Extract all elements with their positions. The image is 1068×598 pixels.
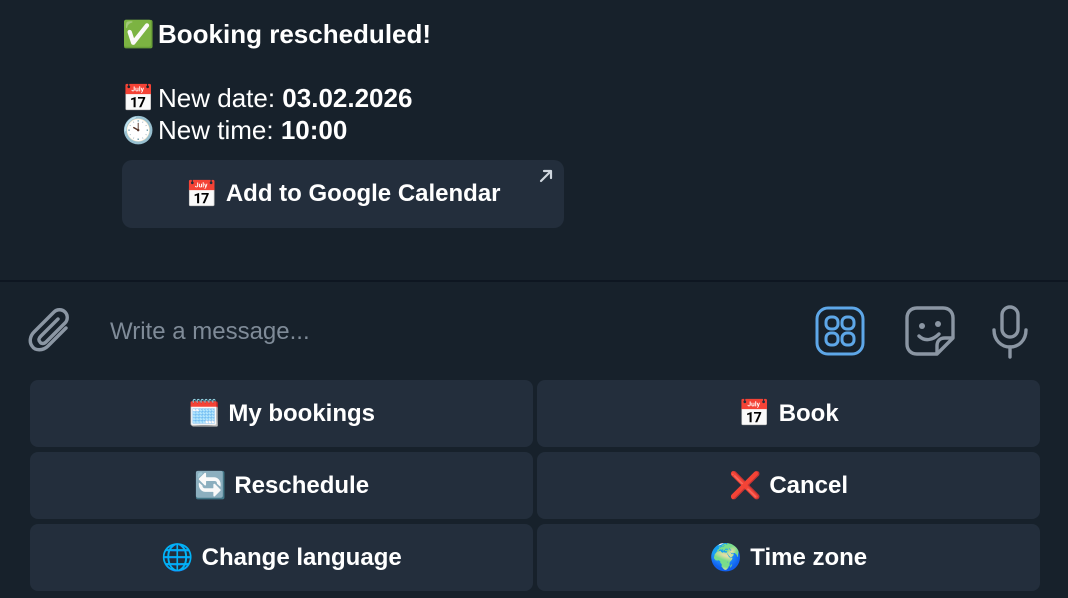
microphone-icon[interactable] bbox=[990, 304, 1030, 360]
cancel-label: Cancel bbox=[769, 471, 849, 499]
add-to-google-calendar-button[interactable]: 📅 Add to Google Calendar bbox=[122, 160, 564, 228]
reply-keyboard: 🗓️ My bookings 📅 Book 🔄 Reschedule ❌ Can… bbox=[30, 380, 1040, 598]
book-label: Book bbox=[778, 399, 839, 427]
headline-text: Booking rescheduled! bbox=[158, 19, 432, 49]
clock-icon: 🕙 bbox=[122, 115, 155, 145]
reschedule-button[interactable]: 🔄 Reschedule bbox=[30, 452, 533, 519]
cancel-button[interactable]: ❌ Cancel bbox=[537, 452, 1040, 519]
external-link-arrow-icon bbox=[539, 169, 553, 183]
cross-mark-icon: ❌ bbox=[728, 470, 762, 500]
my-bookings-button[interactable]: 🗓️ My bookings bbox=[30, 380, 533, 447]
message-time-line: 🕙 New time: 10:00 bbox=[122, 114, 347, 146]
change-language-label: Change language bbox=[201, 543, 402, 571]
time-value: 10:00 bbox=[280, 115, 348, 145]
reschedule-label: Reschedule bbox=[234, 471, 370, 499]
date-value: 03.02.2026 bbox=[282, 83, 413, 113]
time-label: New time: bbox=[158, 115, 281, 145]
change-language-button[interactable]: 🌐 Change language bbox=[30, 524, 533, 591]
calendar-icon: 📅 bbox=[185, 178, 218, 209]
calendar-icon: 📅 bbox=[738, 398, 771, 428]
my-bookings-label: My bookings bbox=[228, 399, 376, 427]
chat-area: ✅ Booking rescheduled! 📅 New date: 03.02… bbox=[0, 0, 1068, 280]
globe-icon: 🌍 bbox=[709, 542, 743, 572]
book-button[interactable]: 📅 Book bbox=[537, 380, 1040, 447]
time-zone-label: Time zone bbox=[750, 543, 868, 571]
message-composer bbox=[0, 282, 1068, 378]
date-label: New date: bbox=[158, 83, 283, 113]
calendar-icon: 📅 bbox=[122, 83, 155, 113]
check-mark-icon: ✅ bbox=[122, 19, 155, 49]
time-zone-button[interactable]: 🌍 Time zone bbox=[537, 524, 1040, 591]
spiral-calendar-icon: 🗓️ bbox=[187, 398, 221, 428]
bot-menu-icon[interactable] bbox=[815, 306, 865, 356]
message-input[interactable] bbox=[110, 312, 790, 352]
paperclip-icon[interactable] bbox=[28, 306, 76, 356]
sticker-icon[interactable] bbox=[903, 304, 957, 358]
message-date-line: 📅 New date: 03.02.2026 bbox=[122, 82, 412, 114]
globe-meridians-icon: 🌐 bbox=[161, 542, 194, 572]
inline-button-label: Add to Google Calendar bbox=[225, 180, 501, 207]
refresh-icon: 🔄 bbox=[193, 470, 227, 500]
message-headline: ✅ Booking rescheduled! bbox=[122, 18, 431, 50]
